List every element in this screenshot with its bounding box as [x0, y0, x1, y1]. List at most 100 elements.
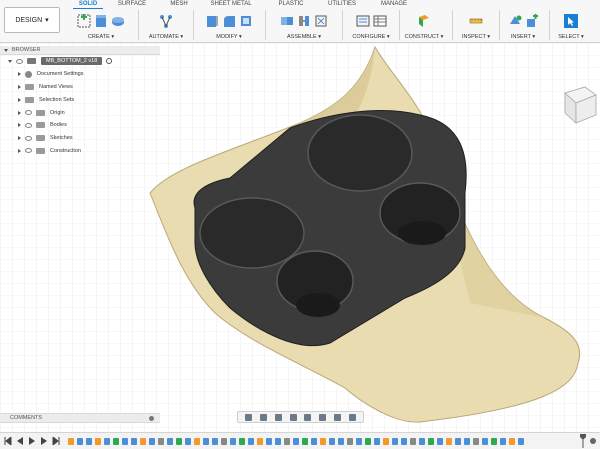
new-component-icon[interactable] [77, 13, 91, 28]
timeline-feature[interactable] [464, 437, 470, 445]
extrude-icon[interactable] [94, 14, 108, 28]
play-icon[interactable] [28, 437, 36, 445]
timeline-feature[interactable] [293, 437, 299, 445]
timeline-feature[interactable] [158, 437, 164, 445]
browser-item-origin[interactable]: Origin [0, 106, 160, 119]
tab-sheet-metal[interactable]: SHEET METAL [206, 0, 256, 9]
workspace-switcher-button[interactable]: DESIGN ▾ [4, 7, 60, 33]
browser-root-row[interactable]: MB_BOTTOM_2 v18 [0, 55, 160, 68]
timeline-feature[interactable] [86, 437, 92, 445]
timeline-feature[interactable] [473, 437, 479, 445]
timeline-feature[interactable] [221, 437, 227, 445]
automate-group[interactable]: AUTOMATE ▾ [140, 10, 192, 41]
timeline-feature[interactable] [68, 437, 74, 445]
table-icon[interactable] [373, 14, 387, 28]
timeline-feature[interactable] [410, 437, 416, 445]
timeline-feature[interactable] [419, 437, 425, 445]
tab-manage[interactable]: MANAGE [376, 0, 412, 9]
chevron-down-icon[interactable] [4, 48, 8, 52]
gear-icon[interactable] [149, 416, 154, 421]
browser-item-selection-sets[interactable]: Selection Sets [0, 93, 160, 106]
timeline-feature[interactable] [347, 437, 353, 445]
timeline-feature[interactable] [248, 437, 254, 445]
viewports-icon[interactable] [349, 413, 357, 421]
tab-surface[interactable]: SURFACE [110, 0, 154, 9]
timeline-feature[interactable] [266, 437, 272, 445]
visibility-eye-icon[interactable] [25, 122, 32, 128]
fit-icon[interactable] [304, 413, 312, 421]
configure-group[interactable]: CONFIGURE ▾ [344, 10, 398, 41]
timeline-feature[interactable] [437, 437, 443, 445]
timeline-feature[interactable] [113, 437, 119, 445]
timeline-feature[interactable] [392, 437, 398, 445]
activate-radio-icon[interactable] [106, 58, 113, 65]
grid-icon[interactable] [334, 413, 342, 421]
assemble-group[interactable]: ASSEMBLE ▾ [267, 10, 341, 41]
measure-icon[interactable] [469, 14, 483, 28]
timeline-feature[interactable] [194, 437, 200, 445]
browser-item-sketches[interactable]: Sketches [0, 132, 160, 145]
expand-arrow-icon[interactable] [18, 148, 21, 153]
timeline-feature[interactable] [446, 437, 452, 445]
timeline-feature[interactable] [518, 437, 524, 445]
timeline-feature[interactable] [356, 437, 362, 445]
expand-arrow-icon[interactable] [18, 72, 21, 77]
timeline-feature[interactable] [149, 437, 155, 445]
insert-derive-icon[interactable] [525, 13, 539, 28]
timeline-feature[interactable] [230, 437, 236, 445]
visibility-eye-icon[interactable] [25, 135, 32, 141]
visibility-eye-icon[interactable] [25, 110, 32, 116]
skip-to-start-icon[interactable] [4, 437, 12, 445]
browser-item-bodies[interactable]: Bodies [0, 119, 160, 132]
skip-to-end-icon[interactable] [52, 437, 60, 445]
fillet-icon[interactable] [222, 14, 236, 28]
timeline-feature[interactable] [284, 437, 290, 445]
timeline-feature[interactable] [320, 437, 326, 445]
expand-arrow-icon[interactable] [18, 84, 21, 89]
insert-mesh-icon[interactable] [508, 14, 522, 28]
revolve-icon[interactable] [111, 14, 125, 28]
insert-group[interactable]: INSERT ▾ [500, 10, 546, 41]
timeline-feature[interactable] [167, 437, 173, 445]
expand-arrow-icon[interactable] [8, 59, 12, 63]
parameters-icon[interactable] [356, 14, 370, 28]
timeline-feature[interactable] [338, 437, 344, 445]
pan-icon[interactable] [274, 413, 282, 421]
timeline-feature[interactable] [491, 437, 497, 445]
timeline-feature[interactable] [455, 437, 461, 445]
timeline-feature[interactable] [365, 437, 371, 445]
combine-icon[interactable] [280, 14, 294, 28]
visibility-eye-icon[interactable] [25, 148, 32, 154]
timeline-feature[interactable] [239, 437, 245, 445]
timeline-feature[interactable] [401, 437, 407, 445]
browser-item-document-settings[interactable]: Document Settings [0, 68, 160, 81]
press-pull-icon[interactable] [205, 14, 219, 28]
timeline-feature[interactable] [131, 437, 137, 445]
expand-arrow-icon[interactable] [18, 110, 21, 115]
step-back-icon[interactable] [16, 437, 24, 445]
expand-arrow-icon[interactable] [18, 123, 21, 128]
zoom-icon[interactable] [289, 413, 297, 421]
timeline-feature[interactable] [482, 437, 488, 445]
timeline-feature[interactable] [374, 437, 380, 445]
tab-solid[interactable]: SOLID [73, 0, 103, 9]
joint-icon[interactable] [297, 14, 311, 28]
browser-item-construction[interactable]: Construction [0, 145, 160, 158]
construct-group[interactable]: CONSTRUCT ▾ [401, 10, 447, 41]
timeline-feature[interactable] [500, 437, 506, 445]
timeline-feature[interactable] [77, 437, 83, 445]
timeline-marker-icon[interactable] [580, 434, 586, 448]
timeline-feature[interactable] [140, 437, 146, 445]
tab-plastic[interactable]: PLASTIC [273, 0, 309, 9]
automate-icon[interactable] [159, 14, 173, 28]
rigid-group-icon[interactable] [314, 14, 328, 28]
timeline-feature[interactable] [212, 437, 218, 445]
plane-icon[interactable] [417, 14, 431, 28]
look-at-icon[interactable] [259, 413, 267, 421]
timeline-feature[interactable] [311, 437, 317, 445]
comments-panel-header[interactable]: COMMENTS [0, 413, 160, 423]
gear-icon[interactable] [590, 438, 596, 444]
timeline-feature[interactable] [122, 437, 128, 445]
visibility-eye-icon[interactable] [16, 58, 23, 64]
timeline-feature[interactable] [275, 437, 281, 445]
